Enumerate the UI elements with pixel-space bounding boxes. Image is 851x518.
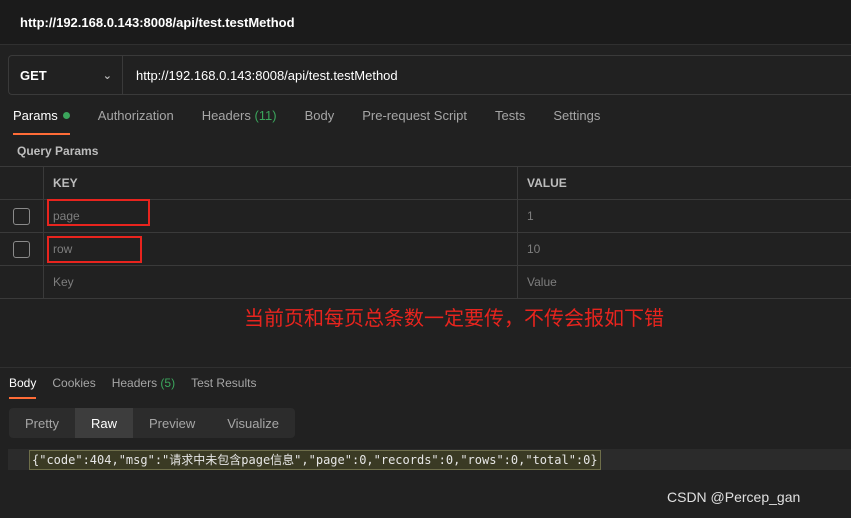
- url-bar: GET ⌄ http://192.168.0.143:8008/api/test…: [8, 55, 851, 95]
- table-row-new: Key Value: [0, 266, 851, 299]
- query-params-label: Query Params: [17, 144, 99, 158]
- watermark: CSDN @Percep_gan: [667, 489, 801, 505]
- highlight-box-page: [47, 199, 150, 226]
- param-value[interactable]: 1: [518, 209, 534, 223]
- headers-count: (11): [254, 108, 277, 123]
- resp-tab-body[interactable]: Body: [9, 376, 37, 399]
- highlight-box-row: [47, 236, 142, 263]
- param-value[interactable]: 10: [518, 242, 540, 256]
- view-pretty[interactable]: Pretty: [9, 408, 75, 438]
- response-tabs: Body Cookies Headers (5) Test Results: [9, 376, 272, 399]
- response-body[interactable]: {"code":404,"msg":"请求中未包含page信息","page":…: [29, 450, 601, 470]
- resp-tab-cookies[interactable]: Cookies: [52, 376, 95, 390]
- view-mode-tabs: Pretty Raw Preview Visualize: [9, 408, 296, 438]
- row-checkbox[interactable]: [13, 207, 30, 225]
- resp-headers-count: (5): [160, 376, 176, 390]
- method-dropdown[interactable]: GET ⌄: [9, 56, 123, 94]
- divider: [0, 367, 851, 368]
- url-input[interactable]: http://192.168.0.143:8008/api/test.testM…: [136, 68, 398, 83]
- header-value: VALUE: [527, 176, 567, 190]
- tab-authorization[interactable]: Authorization: [98, 108, 174, 132]
- tab-params[interactable]: Params: [13, 108, 70, 135]
- new-key-input[interactable]: Key: [44, 266, 518, 298]
- resp-tab-headers[interactable]: Headers (5): [112, 376, 175, 390]
- tab-body[interactable]: Body: [305, 108, 335, 132]
- method-label: GET: [20, 67, 47, 83]
- view-visualize[interactable]: Visualize: [211, 408, 295, 438]
- tab-tests[interactable]: Tests: [495, 108, 525, 132]
- request-tabs: Params Authorization Headers (11) Body P…: [13, 108, 628, 135]
- new-value-input[interactable]: Value: [518, 275, 557, 289]
- annotation-text: 当前页和每页总条数一定要传，不传会报如下错: [244, 306, 664, 330]
- tab-prerequest-script[interactable]: Pre-request Script: [362, 108, 467, 132]
- resp-tab-test-results[interactable]: Test Results: [191, 376, 256, 390]
- title-bar: http://192.168.0.143:8008/api/test.testM…: [0, 0, 851, 45]
- tab-headers[interactable]: Headers (11): [202, 108, 277, 132]
- tab-settings[interactable]: Settings: [553, 108, 600, 132]
- row-checkbox[interactable]: [13, 240, 30, 258]
- chevron-down-icon: ⌄: [102, 69, 112, 82]
- view-preview[interactable]: Preview: [133, 408, 211, 438]
- params-table: KEY VALUE page 1 row 10 Key Value: [0, 166, 851, 299]
- active-dot-icon: [62, 112, 70, 119]
- view-raw[interactable]: Raw: [74, 408, 133, 438]
- params-header-row: KEY VALUE: [0, 167, 851, 200]
- request-title: http://192.168.0.143:8008/api/test.testM…: [20, 14, 295, 30]
- header-key: KEY: [44, 167, 518, 199]
